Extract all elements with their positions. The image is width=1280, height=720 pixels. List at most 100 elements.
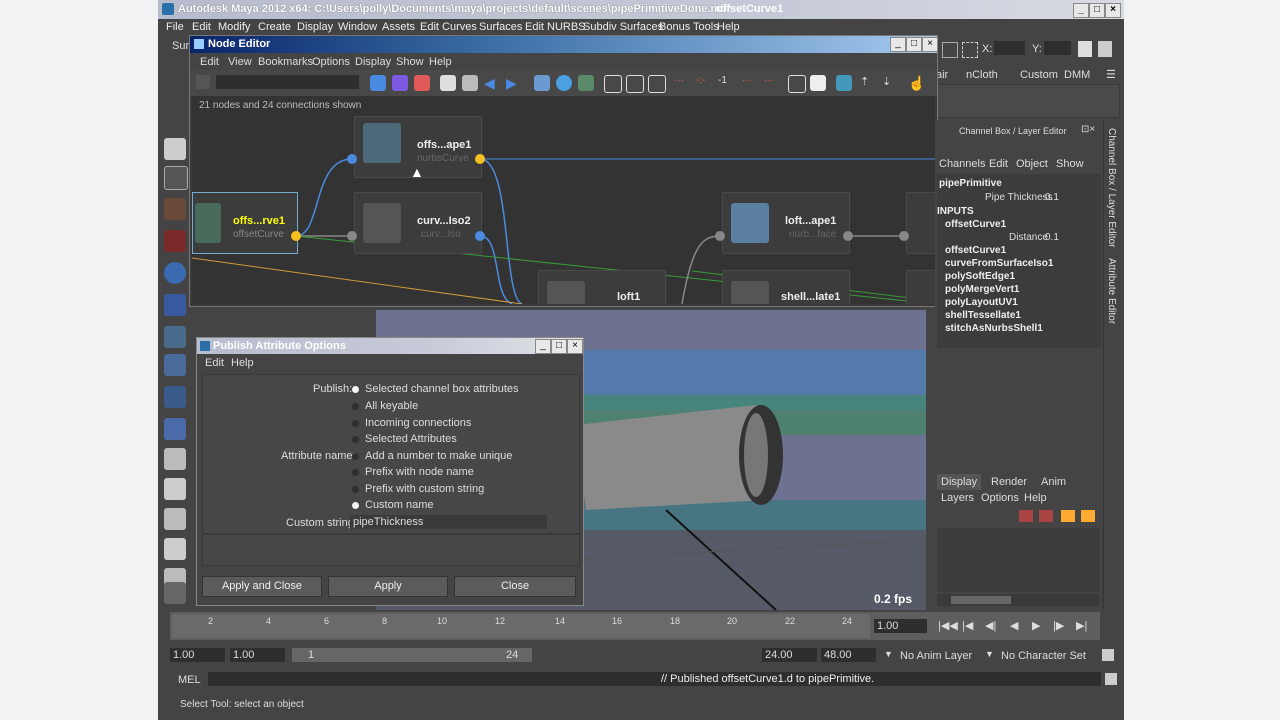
scale-tool-icon[interactable] xyxy=(164,294,186,316)
cb-history-item[interactable]: curveFromSurfaceIso1 xyxy=(945,258,1053,269)
node-partial[interactable] xyxy=(906,270,935,304)
menu-edit[interactable]: Edit xyxy=(192,21,211,33)
shelf-tab-custom[interactable]: Custom xyxy=(1020,69,1058,81)
menu-subdiv-surfaces[interactable]: Subdiv Surfaces xyxy=(583,21,663,33)
close-dialog-button[interactable]: Close xyxy=(454,576,576,597)
node-shell-tessellate[interactable]: shell...late1 xyxy=(722,270,850,304)
ne-menu-view[interactable]: View xyxy=(228,56,252,68)
anim-layer-label[interactable]: No Anim Layer xyxy=(900,650,972,662)
le-menu-options[interactable]: Options xyxy=(981,492,1019,504)
rotate-tool-icon[interactable] xyxy=(164,262,186,284)
radio-incoming-connections[interactable] xyxy=(352,420,359,427)
character-set-label[interactable]: No Character Set xyxy=(1001,650,1086,662)
layout-four-icon[interactable] xyxy=(164,478,186,500)
menu-bonus-tools[interactable]: Bonus Tools xyxy=(659,21,719,33)
layout-side-icon[interactable] xyxy=(164,508,186,530)
node-editor-maximize[interactable]: □ xyxy=(906,37,922,52)
step-back-key-icon[interactable]: |◀ xyxy=(962,619,973,632)
menu-window[interactable]: Window xyxy=(338,21,377,33)
character-dropdown-icon[interactable]: ▼ xyxy=(985,649,994,659)
cb-history-item[interactable]: polySoftEdge1 xyxy=(945,271,1015,282)
frame-icon[interactable] xyxy=(556,75,572,91)
node-offsetcurve[interactable]: offs...rve1 offsetCurve xyxy=(192,192,298,254)
shelf-tab-ncloth[interactable]: nCloth xyxy=(966,69,998,81)
cb-attr-value[interactable]: 0.1 xyxy=(1045,192,1059,203)
menu-surfaces[interactable]: Surfaces xyxy=(479,21,522,33)
menu-edit-nurbs[interactable]: Edit NURBS xyxy=(525,21,586,33)
ne-menu-bookmarks[interactable]: Bookmarks xyxy=(258,56,313,68)
anim-layer-dropdown-icon[interactable]: ▼ xyxy=(884,649,893,659)
node-editor-close[interactable]: × xyxy=(922,37,938,52)
cb-history-item[interactable]: stitchAsNurbsShell1 xyxy=(945,323,1043,334)
soft-mod-icon[interactable] xyxy=(164,354,186,376)
command-language-label[interactable]: MEL xyxy=(178,674,201,686)
play-forward-icon[interactable]: ▶ xyxy=(1032,619,1040,632)
cb-history-item[interactable]: offsetCurve1 xyxy=(945,245,1006,256)
shelf-settings-icon[interactable]: ☰ xyxy=(1106,68,1116,81)
channel-box-float-icon[interactable]: ⊡× xyxy=(1081,124,1095,135)
remove-selected-icon[interactable] xyxy=(462,75,478,91)
collapse-icon[interactable] xyxy=(810,75,826,91)
attribute-editor-icon[interactable] xyxy=(1078,41,1092,57)
relayout-icon[interactable] xyxy=(626,75,644,93)
graph-input-icon[interactable] xyxy=(392,75,408,91)
graph-input-output-icon[interactable] xyxy=(370,75,386,91)
arrow-right-icon[interactable]: ▶ xyxy=(506,75,522,91)
swatch-icon[interactable]: ··· xyxy=(742,75,758,91)
attr-display-2-icon[interactable]: -1 xyxy=(718,75,734,91)
cb-menu-channels[interactable]: Channels xyxy=(939,158,985,170)
range-slider[interactable]: 1 24 xyxy=(292,648,532,662)
grid-icon[interactable] xyxy=(942,42,958,58)
input-port[interactable] xyxy=(899,231,909,241)
node-loft-shape[interactable]: loft...ape1 nurb...face xyxy=(722,192,850,254)
input-port[interactable] xyxy=(347,154,357,164)
snap-icon[interactable] xyxy=(648,75,666,93)
input-port[interactable] xyxy=(715,231,725,241)
graph-output-icon[interactable] xyxy=(414,75,430,91)
cb-attr-label[interactable]: Pipe Thickness xyxy=(985,192,1053,203)
step-forward-key-icon[interactable]: ▶| xyxy=(1076,619,1087,632)
play-backward-icon[interactable]: ◀ xyxy=(1010,619,1018,632)
add-selected-icon[interactable] xyxy=(440,75,456,91)
tab-display[interactable]: Display xyxy=(937,474,982,490)
side-tab-attribute-editor[interactable]: Attribute Editor xyxy=(1106,258,1117,324)
lasso-tool-icon[interactable] xyxy=(164,166,188,190)
cb-history-item[interactable]: polyLayoutUV1 xyxy=(945,297,1018,308)
cb-menu-object[interactable]: Object xyxy=(1016,158,1048,170)
select-up-icon[interactable]: ⇡ xyxy=(860,75,876,91)
radio-prefix-custom-string[interactable] xyxy=(352,486,359,493)
layout-single-icon[interactable] xyxy=(164,448,186,470)
new-layer-selected-icon[interactable] xyxy=(1039,510,1053,522)
menu-edit-curves[interactable]: Edit Curves xyxy=(420,21,477,33)
manipulator-icon[interactable] xyxy=(164,326,186,348)
cb-menu-edit[interactable]: Edit xyxy=(989,158,1008,170)
pin-icon[interactable] xyxy=(534,75,550,91)
cb-input-node[interactable]: offsetCurve1 xyxy=(945,219,1006,230)
layer-sort-alt-icon[interactable] xyxy=(1081,510,1095,522)
display-mode-icon[interactable] xyxy=(788,75,806,93)
output-port[interactable] xyxy=(475,154,485,164)
layout-persp-graph-icon[interactable] xyxy=(164,538,186,560)
ne-menu-display[interactable]: Display xyxy=(355,56,391,68)
y-field[interactable] xyxy=(1044,41,1071,55)
ne-menu-help[interactable]: Help xyxy=(429,56,452,68)
radio-custom-name[interactable] xyxy=(352,502,359,509)
publish-close[interactable]: × xyxy=(567,339,583,354)
anim-prefs-icon[interactable] xyxy=(1102,649,1114,661)
go-to-start-icon[interactable]: |◀◀ xyxy=(938,619,958,632)
menu-help[interactable]: Help xyxy=(717,21,740,33)
curve-tool-icon[interactable] xyxy=(164,418,186,440)
current-time-field[interactable]: 1.00 xyxy=(874,619,927,633)
select-tool-icon[interactable] xyxy=(164,138,186,160)
ne-search-input[interactable] xyxy=(216,75,359,89)
side-tab-channel-box[interactable]: Channel Box / Layer Editor xyxy=(1106,128,1117,248)
lock-icon[interactable]: ☝ xyxy=(908,75,925,91)
tab-anim[interactable]: Anim xyxy=(1041,476,1066,488)
layout-icon[interactable] xyxy=(604,75,622,93)
node-curve-from-surface-iso[interactable]: curv...Iso2 curv...Iso xyxy=(354,192,482,254)
node-editor-minimize[interactable]: _ xyxy=(890,37,906,52)
time-slider[interactable]: 2 4 6 8 10 12 14 16 18 20 22 24 1.00 |◀◀… xyxy=(170,612,1100,640)
output-port[interactable] xyxy=(475,231,485,241)
cb-history-item[interactable]: polyMergeVert1 xyxy=(945,284,1019,295)
step-back-frame-icon[interactable]: ◀| xyxy=(985,619,996,632)
